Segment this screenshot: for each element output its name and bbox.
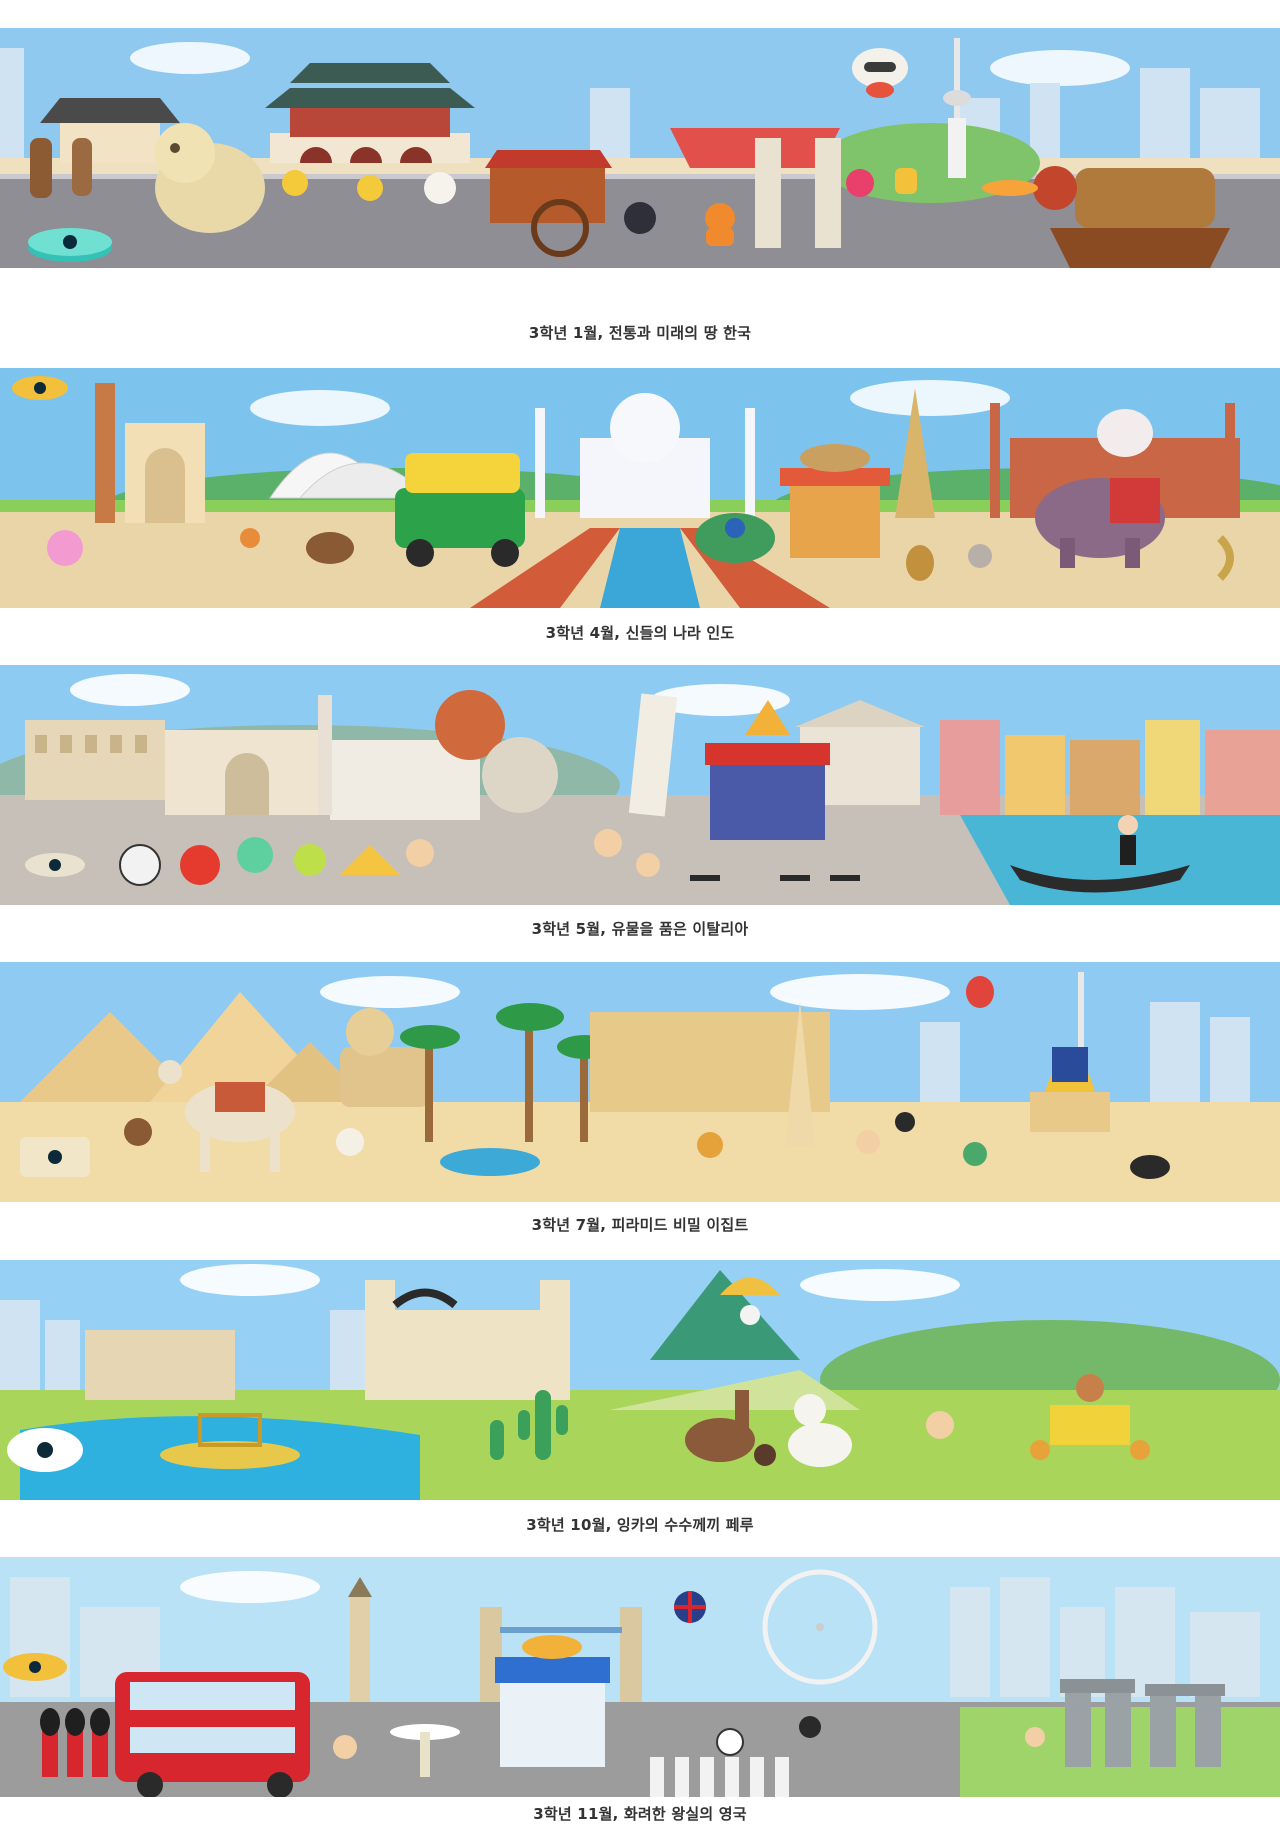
- tiger-icon: [705, 203, 735, 246]
- uk-scene: [0, 1557, 1280, 1797]
- portal-ring-icon[interactable]: [12, 376, 68, 400]
- portal-ring-icon[interactable]: [28, 228, 112, 262]
- india-scene: [0, 368, 1280, 608]
- korea-caption: 3학년 1월, 전통과 미래의 땅 한국: [528, 324, 752, 342]
- italy-banner: [0, 665, 1280, 905]
- peacock-icon: [695, 513, 775, 563]
- korea-scene: [0, 28, 1280, 268]
- india-gate-icon: [125, 423, 205, 523]
- peru-banner: [0, 1260, 1280, 1500]
- colosseum-icon: [25, 720, 165, 800]
- portal-ring-icon[interactable]: [3, 1653, 67, 1681]
- big-ben-icon: [348, 1577, 372, 1702]
- portal-ring-icon[interactable]: [25, 853, 85, 877]
- korea-banner: [0, 28, 1280, 268]
- arch-icon: [165, 730, 330, 815]
- peru-caption: 3학년 10월, 잉카의 수수께끼 페루: [526, 1516, 754, 1534]
- india-banner: [0, 368, 1280, 608]
- egypt-caption: 3학년 7월, 피라미드 비밀 이집트: [531, 1216, 749, 1234]
- italy-scene: [0, 665, 1280, 905]
- guard-icon: [40, 1708, 110, 1777]
- double-decker-bus-icon: [115, 1672, 310, 1797]
- portal-ring-icon[interactable]: [20, 1137, 90, 1177]
- egypt-banner: [0, 962, 1280, 1202]
- balloon-icon: [966, 976, 994, 1008]
- uk-caption: 3학년 11월, 화려한 왕실의 영국: [533, 1805, 747, 1823]
- uk-banner: [0, 1557, 1280, 1797]
- peru-scene: [0, 1260, 1280, 1500]
- italy-caption: 3학년 5월, 유물을 품은 이탈리아: [531, 920, 749, 938]
- palace-icon: [265, 63, 475, 163]
- egypt-scene: [0, 962, 1280, 1202]
- portal-ring-icon[interactable]: [7, 1428, 83, 1472]
- india-caption: 3학년 4월, 신들의 나라 인도: [545, 624, 735, 642]
